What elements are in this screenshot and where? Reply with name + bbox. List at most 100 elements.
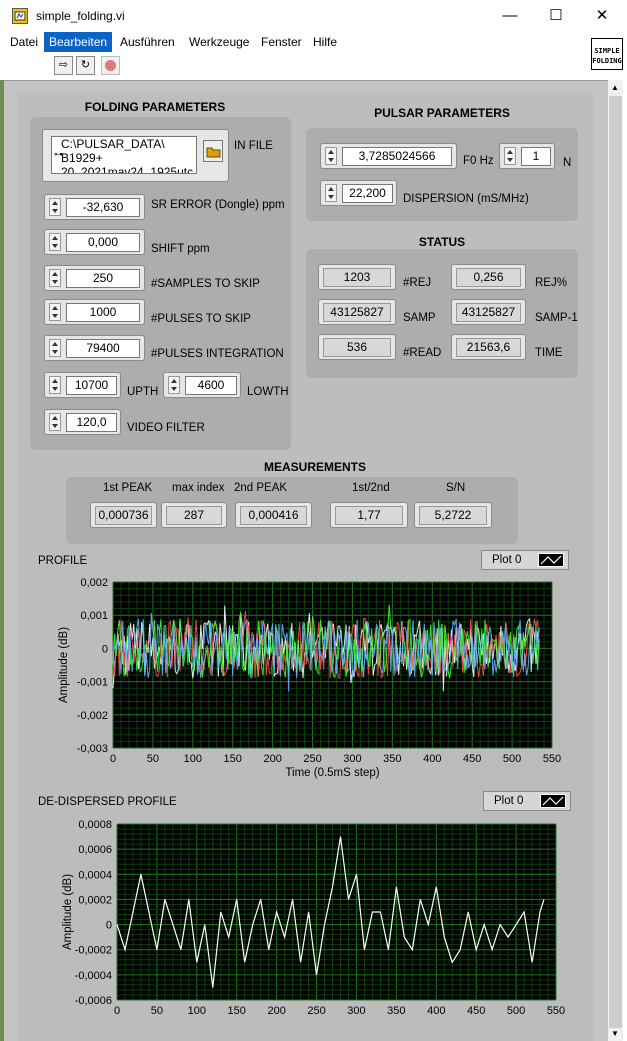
video-filter-label: VIDEO FILTER bbox=[127, 422, 205, 434]
x-tick-label: 300 bbox=[347, 1005, 365, 1017]
spin-arrows-icon[interactable] bbox=[49, 413, 61, 431]
x-axis-label: Time (0.5mS step) bbox=[285, 767, 379, 779]
dispersion-value[interactable]: 22,200 bbox=[342, 184, 393, 203]
spin-arrows-icon[interactable] bbox=[49, 303, 61, 321]
spin-arrows-icon[interactable] bbox=[325, 147, 337, 165]
in-file-path-box[interactable]: C:\PULSAR_DATA\ B1929+ 20_2021may24_1925… bbox=[51, 136, 197, 174]
profile-plot-legend[interactable]: Plot 0 bbox=[481, 550, 569, 570]
pulses-integration-label: #PULSES INTEGRATION bbox=[151, 348, 284, 360]
shift-control[interactable]: 0,000 bbox=[44, 229, 145, 255]
samp1-value: 43125827 bbox=[456, 303, 521, 322]
f0-label: F0 Hz bbox=[463, 155, 494, 167]
rej-value: 1203 bbox=[323, 268, 391, 287]
time-value: 21563,6 bbox=[456, 338, 521, 357]
dedispersed-title: DE-DISPERSED PROFILE bbox=[38, 796, 177, 808]
measurements-title: MEASUREMENTS bbox=[263, 460, 366, 474]
abort-icon[interactable] bbox=[101, 56, 120, 75]
ratio-value: 1,77 bbox=[335, 506, 403, 525]
spin-arrows-icon[interactable] bbox=[49, 233, 61, 251]
samples-skip-label: #SAMPLES TO SKIP bbox=[151, 278, 260, 290]
browse-folder-icon[interactable] bbox=[203, 140, 223, 162]
lowth-label: LOWTH bbox=[247, 386, 289, 398]
spin-arrows-icon[interactable] bbox=[49, 269, 61, 287]
folding-title: FOLDING PARAMETERS bbox=[84, 100, 226, 114]
samp1-indicator: 43125827 bbox=[451, 299, 526, 325]
pulsar-title: PULSAR PARAMETERS bbox=[374, 106, 510, 120]
samp1-label: SAMP-1 bbox=[535, 312, 578, 324]
menu-datei[interactable]: Datei bbox=[5, 32, 43, 52]
run-arrow-icon[interactable]: ⇨ bbox=[54, 56, 73, 75]
menu-fenster[interactable]: Fenster bbox=[256, 32, 307, 52]
upth-label: UPTH bbox=[127, 386, 159, 398]
scrollbar-thumb[interactable] bbox=[609, 96, 622, 1028]
in-file-path-control[interactable]: C:\PULSAR_DATA\ B1929+ 20_2021may24_1925… bbox=[42, 129, 229, 182]
pulses-skip-value[interactable]: 1000 bbox=[66, 303, 140, 322]
peak2-label: 2nd PEAK bbox=[234, 482, 288, 494]
sr-error-control[interactable]: -32,630 bbox=[44, 194, 145, 220]
profile-chart[interactable]: 0 50 100 150 200 250 300 350 400 450 500 550 0,002 0,… bbox=[30, 570, 578, 790]
rej-pct-indicator: 0,256 bbox=[451, 264, 526, 290]
spin-arrows-icon[interactable] bbox=[325, 184, 337, 202]
close-button[interactable]: ✕ bbox=[579, 0, 625, 32]
x-tick-label: 300 bbox=[343, 753, 361, 765]
profile-title: PROFILE bbox=[38, 555, 88, 567]
samples-skip-value[interactable]: 250 bbox=[66, 269, 140, 288]
maximize-button[interactable]: ☐ bbox=[533, 0, 579, 32]
video-filter-control[interactable]: 120,0 bbox=[44, 409, 121, 435]
y-tick-label: 0 bbox=[106, 920, 112, 932]
y-tick-label: 0,001 bbox=[80, 610, 108, 622]
n-value[interactable]: 1 bbox=[521, 147, 551, 166]
path-line-3: 20_2021may24_1925utc bbox=[61, 165, 194, 174]
f0-value[interactable]: 3,7285024566 bbox=[342, 147, 452, 166]
dedispersed-plot-legend[interactable]: Plot 0 bbox=[483, 791, 571, 811]
spin-arrows-icon[interactable] bbox=[49, 339, 61, 357]
samp-label: SAMP bbox=[403, 312, 436, 324]
lowth-value[interactable]: 4600 bbox=[185, 376, 237, 395]
spin-arrows-icon[interactable] bbox=[49, 376, 61, 394]
samp-value: 43125827 bbox=[323, 303, 391, 322]
run-continuously-icon[interactable]: ↻ bbox=[76, 56, 95, 75]
pulses-skip-control[interactable]: 1000 bbox=[44, 299, 145, 325]
scroll-down-icon[interactable]: ▼ bbox=[611, 1029, 619, 1038]
x-tick-label: 550 bbox=[547, 1005, 565, 1017]
video-filter-value[interactable]: 120,0 bbox=[66, 413, 117, 432]
f0-control[interactable]: 3,7285024566 bbox=[320, 143, 457, 169]
n-control[interactable]: 1 bbox=[499, 143, 555, 169]
minimize-button[interactable]: — bbox=[487, 0, 533, 32]
rej-pct-value: 0,256 bbox=[456, 268, 521, 287]
peak1-label: 1st PEAK bbox=[103, 482, 153, 494]
samples-skip-control[interactable]: 250 bbox=[44, 265, 145, 291]
x-tick-label: 200 bbox=[263, 753, 281, 765]
spin-arrows-icon[interactable] bbox=[49, 198, 61, 216]
dedispersed-chart[interactable]: 0 50 100 150 200 250 300 350 400 450 500 550 0,0008 0… bbox=[30, 812, 578, 1030]
menu-bearbeiten[interactable]: Bearbeiten bbox=[44, 32, 113, 52]
y-tick-label: 0,0006 bbox=[78, 844, 112, 856]
peak2-value: 0,000416 bbox=[240, 506, 307, 525]
lowth-control[interactable]: 4600 bbox=[163, 372, 241, 398]
path-type-icon: ⊶ bbox=[54, 149, 63, 159]
pulses-integration-value[interactable]: 79400 bbox=[66, 339, 140, 358]
upth-control[interactable]: 10700 bbox=[44, 372, 121, 398]
menu-hilfe[interactable]: Hilfe bbox=[308, 32, 342, 52]
path-line-1: C:\PULSAR_DATA\ bbox=[61, 137, 165, 151]
n-label: N bbox=[563, 157, 572, 169]
pulses-integration-control[interactable]: 79400 bbox=[44, 335, 145, 361]
menu-werkzeuge[interactable]: Werkzeuge bbox=[184, 32, 254, 52]
y-axis-label: Amplitude (dB) bbox=[58, 627, 70, 703]
shift-value[interactable]: 0,000 bbox=[66, 233, 140, 252]
max-index-indicator: 287 bbox=[161, 502, 227, 528]
dispersion-control[interactable]: 22,200 bbox=[320, 180, 397, 206]
y-tick-label: 0,0004 bbox=[78, 869, 112, 881]
samp-indicator: 43125827 bbox=[318, 299, 396, 325]
x-tick-label: 0 bbox=[110, 753, 116, 765]
vi-logo: SIMPLE FOLDING bbox=[591, 38, 623, 70]
scroll-up-icon[interactable]: ▲ bbox=[611, 83, 619, 92]
x-tick-label: 250 bbox=[303, 753, 321, 765]
upth-value[interactable]: 10700 bbox=[66, 376, 117, 395]
spin-arrows-icon[interactable] bbox=[168, 376, 180, 394]
x-tick-label: 50 bbox=[147, 753, 159, 765]
labview-icon bbox=[12, 8, 28, 24]
sr-error-value[interactable]: -32,630 bbox=[66, 198, 140, 217]
menu-ausfuehren[interactable]: Ausführen bbox=[115, 32, 180, 52]
spin-arrows-icon[interactable] bbox=[504, 147, 516, 165]
